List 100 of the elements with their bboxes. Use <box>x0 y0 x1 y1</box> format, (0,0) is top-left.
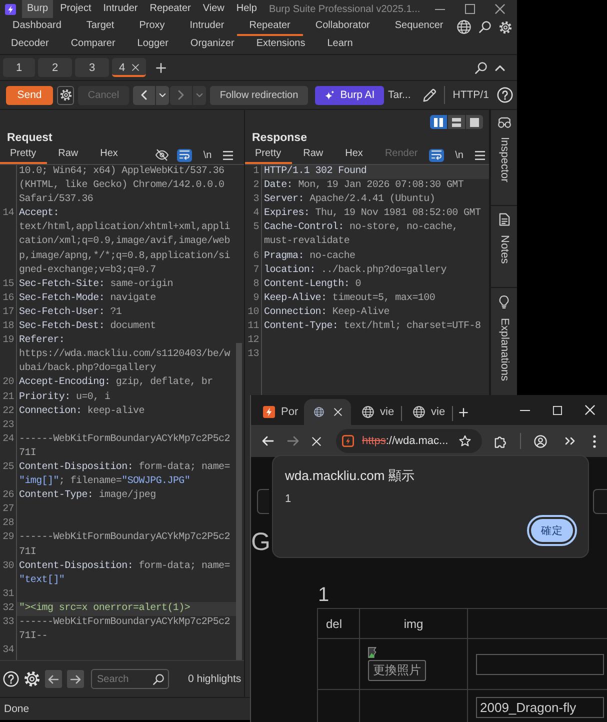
text-field[interactable]: 2009_Dragon-fly <box>476 697 604 718</box>
view-tab[interactable]: Raw <box>292 146 334 164</box>
glasses-icon[interactable] <box>498 117 510 128</box>
search-icon[interactable] <box>479 21 491 33</box>
profile-icon[interactable] <box>534 434 547 448</box>
double-chevron-icon[interactable] <box>565 437 575 445</box>
burp-ai-button[interactable]: Burp AI <box>315 86 384 104</box>
layout-button[interactable] <box>466 115 483 129</box>
history-dropdown[interactable] <box>156 86 169 104</box>
tool-tab[interactable]: Proxy <box>126 18 178 36</box>
protocol-label[interactable]: HTTP/1 <box>452 89 489 101</box>
close-icon[interactable] <box>495 4 505 14</box>
browser-tab[interactable]: vie <box>404 399 450 425</box>
close-icon[interactable] <box>132 64 140 71</box>
newline-toggle[interactable]: \n <box>452 148 467 162</box>
tool-tab[interactable]: Intruder <box>177 18 237 36</box>
plus-icon[interactable] <box>459 408 468 417</box>
x-icon[interactable] <box>312 436 321 446</box>
tool-tab[interactable]: Learn <box>316 36 364 54</box>
code-line: Connection: Keep-Alive <box>263 306 390 320</box>
request-tab[interactable]: 4 <box>112 58 146 77</box>
browser-tab[interactable] <box>304 399 351 425</box>
settings-button[interactable] <box>57 86 74 104</box>
lightbulb-icon[interactable] <box>499 295 509 309</box>
eye-slash-icon[interactable] <box>155 149 169 161</box>
back-icon[interactable] <box>262 436 274 446</box>
side-tab[interactable]: Inspector <box>498 137 510 182</box>
menu-item[interactable]: Project <box>55 0 96 18</box>
settings-icon[interactable] <box>499 20 512 34</box>
tool-tab[interactable]: Extensions <box>245 36 316 54</box>
chevron-up-icon[interactable] <box>495 64 505 70</box>
code-line: Pragma: no-cache <box>263 250 356 264</box>
newline-toggle[interactable]: \n <box>200 148 215 162</box>
document-icon[interactable] <box>498 213 510 226</box>
request-tab[interactable]: 1 <box>3 58 35 77</box>
request-tab[interactable]: 2 <box>38 58 72 77</box>
code-line: Priority: u=0, i <box>18 390 110 404</box>
view-tab[interactable]: Hex <box>89 146 129 164</box>
tool-tab[interactable]: Target <box>74 18 127 36</box>
view-tab[interactable]: Raw <box>47 146 90 164</box>
chevron-left-icon <box>141 90 147 100</box>
bolt-logo-icon <box>5 4 16 14</box>
tool-tab[interactable]: Sequencer <box>382 18 456 36</box>
maximize-icon[interactable] <box>465 4 475 14</box>
code-line: Sec-Fetch-User: ?1 <box>18 306 122 320</box>
wrap-toggle[interactable] <box>177 148 192 162</box>
code-line: Accept-Encoding: gzip, deflate, br <box>18 376 213 390</box>
line-number: 3 <box>253 193 259 208</box>
line-number: 10 <box>248 306 259 320</box>
previous-match-button[interactable] <box>45 670 62 688</box>
menu-item[interactable]: Help <box>231 0 262 18</box>
target-label[interactable]: Tar... <box>388 89 411 101</box>
menu-item[interactable]: Burp <box>22 0 54 18</box>
pencil-icon[interactable] <box>422 88 437 102</box>
puzzle-icon[interactable] <box>494 434 507 448</box>
line-number: 27 <box>2 503 14 518</box>
wrap-toggle[interactable] <box>428 148 444 162</box>
search-field[interactable]: Search <box>91 669 169 689</box>
two-columns-icon <box>434 118 443 126</box>
more-menu-icon[interactable] <box>593 434 596 448</box>
tool-tab[interactable]: Comparer <box>60 36 126 54</box>
help-icon[interactable] <box>3 671 19 687</box>
globe-icon[interactable] <box>457 20 471 34</box>
change-photo-button[interactable]: 更換照片 <box>368 660 426 681</box>
layout-button[interactable] <box>430 115 447 129</box>
line-number: 11 <box>248 320 259 334</box>
menu-icon[interactable] <box>474 150 485 160</box>
tool-tab[interactable]: Organizer <box>179 36 246 54</box>
text-field[interactable] <box>476 654 604 674</box>
plus-icon[interactable] <box>156 62 166 72</box>
tool-tab[interactable]: Collaborator <box>302 18 382 36</box>
menu-item[interactable]: View <box>198 0 230 18</box>
tool-tab[interactable]: Logger <box>126 36 180 54</box>
address-bar[interactable]: https://wda.mac... <box>336 429 482 453</box>
view-tab[interactable]: Hex <box>334 146 374 164</box>
tool-tab[interactable]: Repeater <box>236 18 303 36</box>
side-tab[interactable]: Explanations <box>498 318 510 381</box>
request-tab[interactable]: 3 <box>75 58 109 77</box>
ok-button[interactable]: 確定 <box>527 515 577 546</box>
line-number: 34 <box>2 644 14 658</box>
menu-item[interactable]: Repeater <box>144 0 196 18</box>
browser-tab[interactable]: vie <box>353 399 399 425</box>
search-icon[interactable] <box>475 62 487 74</box>
tool-tab[interactable]: Decoder <box>0 36 60 54</box>
tool-tab[interactable]: Dashboard <box>0 18 74 36</box>
menu-icon[interactable] <box>223 150 233 160</box>
layout-button[interactable] <box>448 115 465 129</box>
settings-icon[interactable] <box>24 671 40 687</box>
follow-redirection-button[interactable]: Follow redirection <box>210 86 308 104</box>
window-title: Burp Suite Professional v2025.1... <box>268 4 420 14</box>
star-icon[interactable] <box>459 435 471 447</box>
side-tab[interactable]: Notes <box>498 235 510 264</box>
scrollbar-thumb[interactable] <box>236 343 242 660</box>
menu-item[interactable]: Intruder <box>98 0 143 18</box>
next-match-button[interactable] <box>67 670 84 688</box>
minimize-icon[interactable] <box>435 8 445 10</box>
back-button[interactable] <box>133 86 155 104</box>
code-line: Sec-Fetch-Mode: navigate <box>18 292 156 306</box>
help-icon[interactable] <box>496 87 513 103</box>
browser-tab[interactable]: Por <box>254 399 302 425</box>
